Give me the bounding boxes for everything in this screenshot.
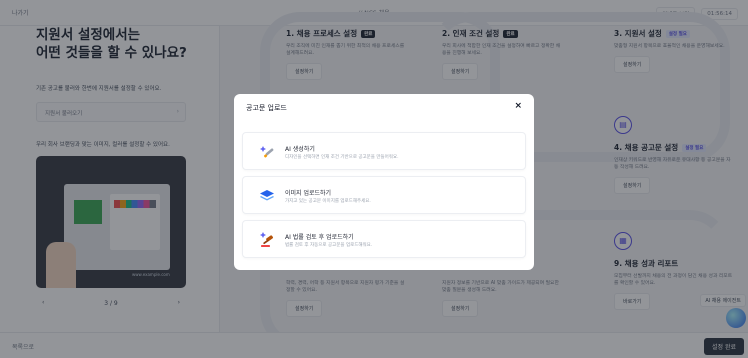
option-description: 디자인을 선택하면 인재 조건 기반으로 공고문을 만들어줘요. xyxy=(285,155,399,160)
close-icon[interactable]: × xyxy=(514,101,522,111)
ai-gavel-icon xyxy=(260,232,274,247)
ai-legal-review-option[interactable]: AI 법률 검토 후 업로드하기 법률 검토 후 자동으로 공고문을 업로드해줘… xyxy=(242,220,526,258)
ai-sparkle-pen-icon xyxy=(260,146,274,158)
option-title: 이미지 업로드하기 xyxy=(285,190,332,197)
option-title: AI 생성하기 xyxy=(285,146,315,153)
option-description: 법률 검토 후 자동으로 공고문을 업로드해줘요. xyxy=(285,243,373,248)
option-title: AI 법률 검토 후 업로드하기 xyxy=(285,234,354,241)
modal-title: 공고문 업로드 xyxy=(246,104,287,112)
ai-generate-option[interactable]: AI 생성하기 디자인을 선택하면 인재 조건 기반으로 공고문을 만들어줘요. xyxy=(242,132,526,170)
option-description: 가지고 있는 공고문 이미지를 업로드해주세요. xyxy=(285,199,371,204)
upload-notice-modal: 공고문 업로드 × AI 생성하기 디자인을 선택하면 인재 조건 기반으로 공… xyxy=(234,94,534,270)
layers-stack-icon xyxy=(260,190,274,201)
image-upload-option[interactable]: 이미지 업로드하기 가지고 있는 공고문 이미지를 업로드해주세요. xyxy=(242,176,526,214)
